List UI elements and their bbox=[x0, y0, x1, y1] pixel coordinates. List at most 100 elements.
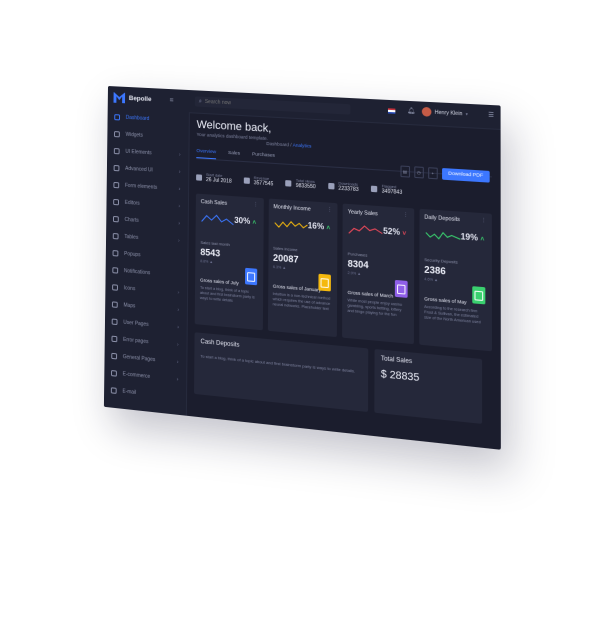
sidebar-item-label: Charts bbox=[124, 216, 138, 223]
grid-menu-icon[interactable]: ☰ bbox=[488, 111, 494, 119]
chevron-down-icon: › bbox=[178, 220, 180, 226]
card-title: Daily Deposits bbox=[424, 214, 486, 225]
nav-icon bbox=[114, 148, 120, 154]
stat-icon bbox=[328, 183, 334, 190]
stat-icon bbox=[196, 174, 202, 180]
chevron-down-icon: › bbox=[179, 169, 181, 175]
tab[interactable]: Purchases bbox=[252, 152, 275, 163]
search-icon: ⌕ bbox=[199, 98, 202, 105]
more-icon[interactable]: ⋮ bbox=[327, 207, 332, 214]
more-icon[interactable]: ⋮ bbox=[403, 212, 408, 219]
download-button[interactable]: Download PDF bbox=[442, 168, 490, 183]
card-text: According to the research firm Frost & S… bbox=[424, 305, 486, 326]
sidebar-item-label: Maps bbox=[123, 302, 135, 309]
stat-value: 9833550 bbox=[296, 183, 316, 191]
trend-up-icon: ˄ bbox=[252, 220, 256, 226]
nav-icon bbox=[114, 164, 120, 170]
card-icon bbox=[318, 274, 331, 292]
search-input[interactable] bbox=[205, 99, 326, 111]
flag-icon[interactable] bbox=[388, 108, 395, 114]
sidebar-item-label: Error pages bbox=[123, 336, 148, 345]
card-percent: 52% ˅ bbox=[383, 226, 406, 237]
card-text: To start a blog, think of a topic about … bbox=[200, 286, 258, 306]
card-title: Cash Sales bbox=[201, 199, 258, 209]
nav-icon bbox=[111, 335, 117, 342]
stat-item: Total views 9833550 bbox=[286, 178, 316, 190]
breadcrumb-current: Analytics bbox=[293, 142, 312, 148]
trend-up-icon: ˄ bbox=[326, 225, 330, 232]
tab[interactable]: Overview bbox=[196, 149, 216, 159]
dashboard-screen: Bepolle ≡ Dashboard Widgets UI Elements › Ad… bbox=[104, 86, 501, 450]
stat-item: Revenue 3577545 bbox=[244, 175, 274, 187]
breadcrumb-home[interactable]: Dashboard bbox=[266, 141, 289, 147]
stat-icon bbox=[371, 186, 377, 193]
stat-value: 3497843 bbox=[382, 188, 403, 196]
sidebar-item-label: Form elements bbox=[125, 182, 157, 190]
metric-card: Monthly Income ⋮ 16% ˄ Sales income 20087 6.3… bbox=[267, 199, 337, 338]
user-menu[interactable]: Henry Klein ▾ bbox=[422, 107, 468, 119]
chevron-down-icon: › bbox=[177, 341, 179, 347]
nav-icon bbox=[112, 301, 118, 308]
main-content: Welcome back, Your analytics dashboard t… bbox=[186, 112, 501, 450]
search-box[interactable]: ⌕ bbox=[195, 96, 351, 114]
trend-down-icon: ˅ bbox=[402, 231, 406, 238]
bell-icon[interactable]: 🔔︎ bbox=[407, 107, 415, 115]
sidebar-item-label: Advanced UI bbox=[125, 165, 153, 173]
nav-icon bbox=[113, 215, 119, 221]
card-icon bbox=[472, 286, 485, 304]
sidebar-item-label: E-mail bbox=[122, 388, 136, 396]
metric-card: Cash Sales ⋮ 30% ˄ Sales last month 8543 8.8%… bbox=[195, 194, 264, 331]
chevron-down-icon: › bbox=[179, 151, 181, 157]
chevron-down-icon: › bbox=[177, 376, 179, 382]
nav-icon bbox=[111, 370, 117, 377]
sidebar-item-label: Widgets bbox=[126, 131, 143, 138]
nav-icon bbox=[112, 267, 118, 274]
nav-icon bbox=[112, 284, 118, 291]
logo-icon bbox=[114, 92, 126, 104]
stat-icon bbox=[244, 177, 250, 184]
card-title: Monthly Income bbox=[273, 204, 332, 214]
sidebar-item-label: Dashboard bbox=[126, 114, 150, 121]
user-name: Henry Klein bbox=[435, 109, 463, 117]
menu-toggle-icon[interactable]: ≡ bbox=[169, 97, 173, 104]
nav-icon bbox=[113, 198, 119, 204]
cash-deposits-card: Cash Deposits To start a blog, think of … bbox=[194, 332, 368, 412]
stat-item: Flagged 3497843 bbox=[371, 184, 402, 197]
nav-icon bbox=[113, 250, 119, 256]
more-icon[interactable]: ⋮ bbox=[253, 202, 258, 209]
sidebar-nav: Dashboard Widgets UI Elements › Advanced UI ›… bbox=[104, 108, 189, 407]
more-icon[interactable]: ⋮ bbox=[481, 217, 486, 224]
sidebar-item-label: UI Elements bbox=[125, 148, 151, 156]
logo-text: Bepolle bbox=[129, 95, 152, 103]
sparkline: 52% ˅ bbox=[348, 222, 409, 243]
chevron-down-icon: › bbox=[178, 203, 180, 209]
avatar bbox=[422, 107, 432, 117]
chevron-down-icon: › bbox=[179, 186, 181, 192]
sidebar-item-label: Notifications bbox=[124, 268, 150, 276]
tab[interactable]: Sales bbox=[228, 151, 240, 161]
clock-icon[interactable]: ◷ bbox=[414, 166, 424, 178]
card-icon bbox=[244, 268, 256, 285]
sidebar-item-label: Tables bbox=[124, 233, 138, 240]
calendar-icon[interactable]: ▤ bbox=[400, 165, 410, 177]
card-percent: 19% ˄ bbox=[461, 232, 485, 243]
card-percent: 16% ˄ bbox=[308, 221, 330, 232]
total-sales-card: Total Sales $ 28835 bbox=[374, 349, 482, 424]
nav-icon bbox=[111, 352, 117, 359]
nav-icon bbox=[114, 131, 120, 137]
stat-value: 2233783 bbox=[338, 186, 358, 194]
metric-card: Yearly Sales ⋮ 52% ˅ Purchases 8304 2.9% ▲ Gro… bbox=[342, 204, 414, 345]
card-title: Yearly Sales bbox=[348, 209, 408, 220]
sparkline: 19% ˄ bbox=[424, 227, 486, 249]
chevron-down-icon: ▾ bbox=[466, 111, 468, 116]
card-title: Total Sales bbox=[381, 356, 476, 371]
nav-icon bbox=[112, 318, 118, 325]
stage: Bepolle ≡ Dashboard Widgets UI Elements › Ad… bbox=[0, 0, 600, 635]
sparkline: 30% ˄ bbox=[201, 211, 259, 232]
sidebar-item-label: Editors bbox=[125, 199, 140, 206]
add-icon[interactable]: + bbox=[428, 167, 438, 179]
stat-value: 3577545 bbox=[254, 180, 274, 187]
nav-icon bbox=[114, 114, 120, 120]
sidebar-item-label: E-commerce bbox=[123, 371, 151, 380]
sidebar: Bepolle ≡ Dashboard Widgets UI Elements › Ad… bbox=[104, 86, 190, 416]
